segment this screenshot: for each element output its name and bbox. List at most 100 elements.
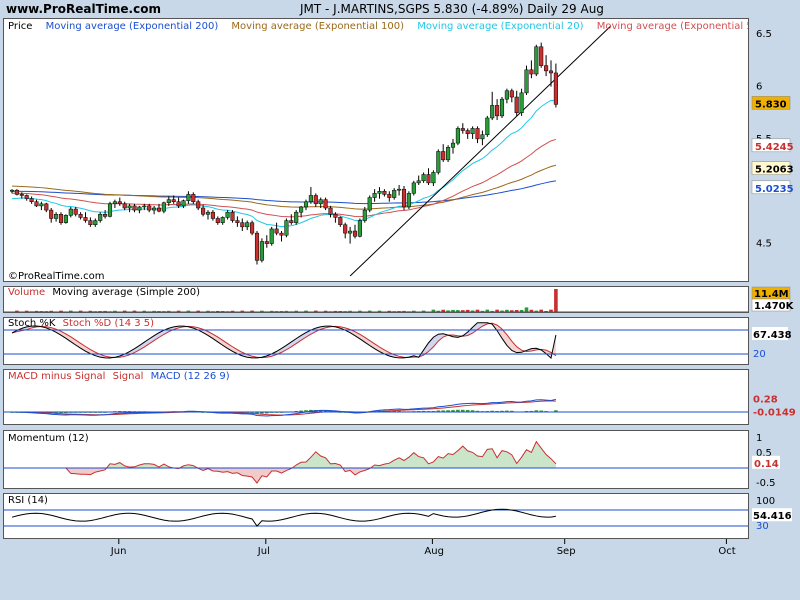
candle-body — [201, 207, 206, 215]
ema50-line — [11, 138, 557, 218]
candle-body — [225, 211, 230, 218]
volume-bar — [524, 307, 529, 312]
x-tick-label: Jul — [257, 546, 270, 557]
candle-body — [93, 220, 98, 226]
watermark: ©ProRealTime.com — [8, 271, 105, 282]
legend-ema100[interactable]: Moving average (Exponential 100) — [231, 21, 404, 32]
candle-body — [19, 194, 24, 196]
candle-body — [450, 142, 456, 148]
last-value-box — [751, 161, 791, 175]
candle-body — [196, 201, 201, 209]
candle-body — [58, 214, 64, 223]
candle-body — [44, 203, 49, 211]
momentum-fill — [502, 450, 507, 468]
price-legend: Price Moving average (Exponential 200) M… — [8, 21, 748, 32]
momentum-panel[interactable]: Momentum (12) — [3, 430, 749, 489]
candle-body — [553, 72, 558, 105]
candle-body — [127, 205, 132, 209]
price-tick-label: 4.5 — [756, 239, 772, 250]
candle-body — [441, 151, 446, 161]
candle-body — [421, 174, 426, 182]
candle-body — [534, 46, 539, 75]
price-tick-label: 6.5 — [756, 29, 772, 40]
candle-body — [323, 199, 328, 209]
rsi-tick-label: 100 — [756, 496, 775, 507]
candle-body — [348, 230, 353, 234]
candle-body — [426, 174, 431, 184]
candle-body — [181, 200, 186, 207]
volume-bar — [372, 311, 377, 312]
candle-body — [34, 201, 39, 207]
macd-legend: MACD minus Signal Signal MACD (12 26 9) — [8, 371, 230, 382]
price-chart — [9, 25, 612, 277]
momentum-fill — [418, 456, 424, 468]
candle-body — [274, 228, 279, 234]
volume-ma-label: Moving average (Simple 200) — [52, 287, 201, 298]
volume-bar — [485, 309, 490, 312]
legend-ema20[interactable]: Moving average (Exponential 20) — [417, 21, 583, 32]
volume-value-label: 11.4M — [754, 289, 789, 300]
volume-bar — [338, 311, 343, 312]
price-panel[interactable]: Price Moving average (Exponential 200) M… — [3, 18, 749, 282]
macd-line-label: MACD (12 26 9) — [150, 371, 230, 382]
candle-body — [480, 134, 485, 140]
momentum-fill — [467, 450, 473, 468]
candle-body — [524, 69, 529, 94]
candle-body — [191, 194, 196, 202]
rsi-panel[interactable]: RSI (14) — [3, 493, 749, 539]
volume-bar — [44, 311, 49, 312]
candle-body — [397, 188, 402, 191]
candle-body — [392, 189, 397, 198]
candle-body — [166, 199, 171, 204]
volume-panel[interactable]: Volume Moving average (Simple 200) — [3, 286, 749, 313]
legend-ema200[interactable]: Moving average (Exponential 200) — [46, 21, 219, 32]
momentum-chart — [4, 440, 748, 484]
candle-body — [54, 214, 59, 219]
momentum-fill — [144, 463, 150, 468]
candle-body — [98, 214, 103, 221]
volume-bar — [10, 312, 14, 313]
candle-body — [254, 232, 260, 261]
x-tick-label: Oct — [718, 546, 735, 557]
stoch-panel[interactable]: Stoch %K Stoch %D (14 3 5) — [3, 317, 749, 365]
candle-body — [132, 205, 137, 211]
site-label[interactable]: www.ProRealTime.com — [6, 2, 161, 16]
candle-body — [343, 224, 348, 234]
volume-bar — [397, 311, 401, 312]
price-tick-label: 6 — [756, 82, 762, 93]
volume-bar — [505, 309, 509, 312]
macd-signal-label: Signal — [112, 371, 144, 382]
candle-body — [544, 65, 549, 72]
stoch-value-label: 67.438 — [753, 330, 792, 341]
candle-body — [446, 147, 451, 161]
volume-bar — [539, 309, 543, 312]
candle-body — [117, 201, 122, 205]
macd-panel[interactable]: MACD minus Signal Signal MACD (12 26 9) — [3, 369, 749, 425]
volume-bar — [39, 311, 44, 312]
rsi-value-label: 54.416 — [753, 511, 792, 522]
volume-title: Volume — [8, 287, 46, 298]
rsi-level-label: 30 — [756, 521, 769, 532]
chart-page: www.ProRealTime.com JMT - J.MARTINS,SGPS… — [0, 0, 800, 600]
candle-body — [475, 128, 480, 140]
candle-body — [455, 128, 460, 144]
candle-body — [186, 194, 191, 201]
candle-body — [495, 105, 500, 117]
last-value-box — [751, 138, 791, 153]
candle-body — [235, 220, 240, 223]
last-value-label: 5.2063 — [755, 165, 794, 176]
price-title: Price — [8, 21, 33, 32]
momentum-tick-label: -0.5 — [756, 478, 776, 489]
candle-body — [240, 222, 245, 228]
price-tick-label: 5.5 — [756, 134, 772, 145]
candle-body — [294, 211, 299, 223]
volume-bar — [475, 309, 480, 312]
momentum-tick-label: 0.5 — [756, 448, 772, 459]
legend-ema50[interactable]: Moving average (Exponential 50) — [597, 21, 748, 32]
volume-bar — [274, 311, 279, 312]
candle-body — [289, 220, 294, 223]
candle-body — [485, 117, 490, 135]
candle-body — [39, 203, 44, 207]
candle-body — [387, 194, 392, 198]
candle-body — [259, 241, 264, 261]
